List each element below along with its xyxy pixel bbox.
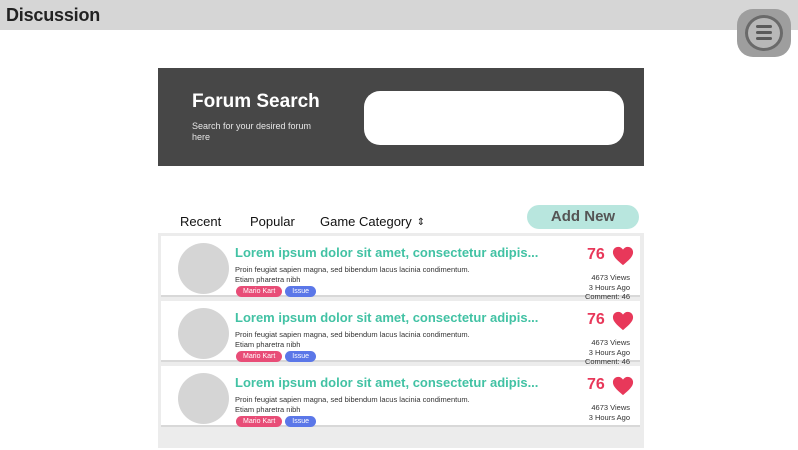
menu-line — [756, 31, 772, 34]
post-tags: Mario Kart Issue — [236, 286, 319, 298]
view-count: 4673 Views — [591, 338, 630, 347]
list-item[interactable]: Lorem ipsum dolor sit amet, consectetur … — [161, 301, 640, 366]
tab-label: Recent — [180, 214, 222, 229]
search-input[interactable] — [364, 91, 624, 145]
post-excerpt: Proin feugiat sapien magna, sed bibendum… — [235, 395, 470, 414]
post-title[interactable]: Lorem ipsum dolor sit amet, consectetur … — [235, 245, 538, 260]
tab-game-category[interactable]: Game Category ⇕ — [320, 214, 425, 229]
search-title: Forum Search — [192, 91, 320, 112]
tag-game[interactable]: Mario Kart — [236, 351, 283, 362]
post-excerpt: Proin feugiat sapien magna, sed bibendum… — [235, 265, 470, 284]
sort-updown-icon: ⇕ — [416, 217, 426, 228]
tag-game[interactable]: Mario Kart — [236, 416, 283, 427]
post-list: Lorem ipsum dolor sit amet, consectetur … — [158, 233, 644, 448]
tag-issue[interactable]: Issue — [285, 351, 317, 362]
hamburger-menu-icon — [745, 15, 783, 51]
post-stats: 4673 Views 3 Hours Ago — [550, 403, 630, 422]
post-stats: 4673 Views 3 Hours Ago Comment: 46 — [550, 338, 630, 367]
post-time: 3 Hours Ago — [588, 412, 630, 422]
list-item[interactable]: Lorem ipsum dolor sit amet, consectetur … — [161, 366, 640, 427]
list-item[interactable]: Lorem ipsum dolor sit amet, consectetur … — [161, 236, 640, 301]
tab-label: Popular — [250, 214, 295, 229]
post-tags: Mario Kart Issue — [236, 416, 319, 428]
forum-search-panel: Forum Search Search for your desired for… — [158, 68, 644, 166]
avatar — [178, 308, 229, 359]
avatar — [178, 373, 229, 424]
post-title[interactable]: Lorem ipsum dolor sit amet, consectetur … — [235, 310, 538, 325]
menu-line — [756, 25, 772, 28]
add-new-button[interactable]: Add New — [527, 205, 639, 229]
tag-issue[interactable]: Issue — [285, 286, 317, 297]
view-count: 4673 Views — [591, 273, 630, 282]
post-title[interactable]: Lorem ipsum dolor sit amet, consectetur … — [235, 375, 538, 390]
tag-issue[interactable]: Issue — [285, 416, 317, 427]
tab-popular[interactable]: Popular — [250, 214, 295, 229]
like-count: 76 — [587, 311, 605, 328]
search-subtitle: Search for your desired forum here — [192, 121, 312, 142]
post-time: 3 Hours Ago — [588, 347, 630, 357]
tag-game[interactable]: Mario Kart — [236, 286, 283, 297]
post-stats: 4673 Views 3 Hours Ago Comment: 46 — [550, 273, 630, 302]
like-count: 76 — [587, 246, 605, 263]
page-title: Discussion — [6, 5, 101, 25]
post-tags: Mario Kart Issue — [236, 351, 319, 363]
heart-icon[interactable] — [612, 310, 634, 332]
tab-label: Game Category — [320, 214, 412, 229]
post-excerpt: Proin feugiat sapien magna, sed bibendum… — [235, 330, 470, 349]
view-count: 4673 Views — [591, 403, 630, 412]
tab-recent[interactable]: Recent — [180, 214, 221, 229]
menu-button[interactable] — [737, 9, 791, 57]
heart-icon[interactable] — [612, 245, 634, 267]
menu-line — [756, 37, 772, 40]
post-time: 3 Hours Ago — [588, 282, 630, 292]
heart-icon[interactable] — [612, 375, 634, 397]
top-bar: Discussion — [0, 0, 798, 30]
like-count: 76 — [587, 376, 605, 393]
avatar — [178, 243, 229, 294]
